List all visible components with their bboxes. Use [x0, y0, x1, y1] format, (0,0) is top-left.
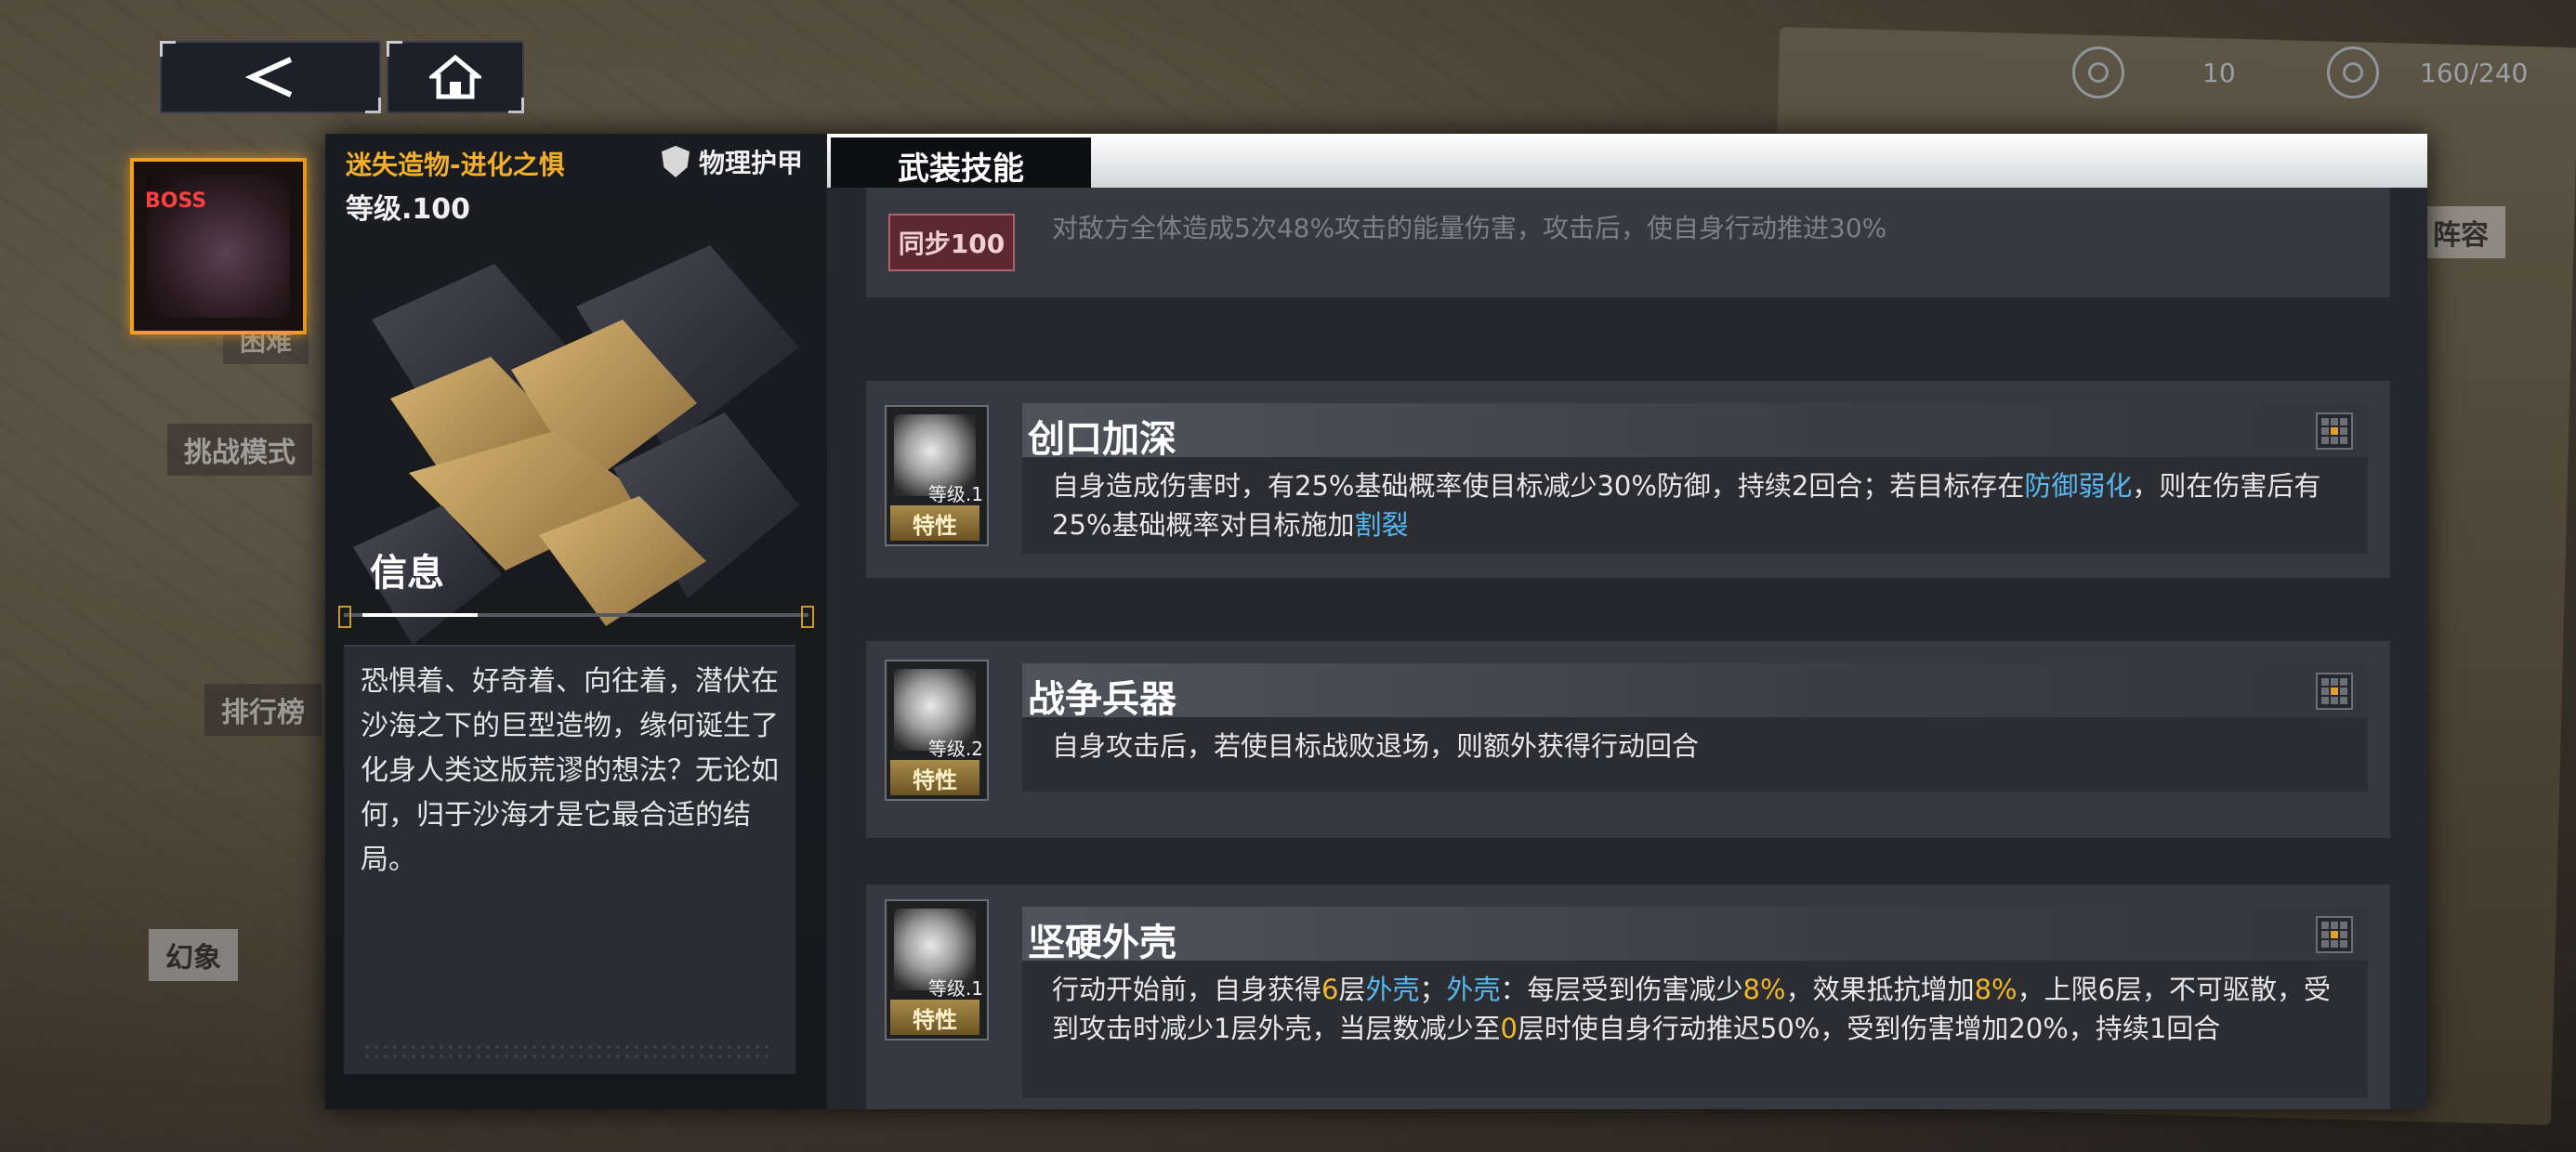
decor-dots: [362, 1042, 771, 1063]
home-button[interactable]: [387, 41, 524, 113]
tab-bar: 武装技能: [827, 134, 2427, 197]
sync-badge: 同步100: [888, 214, 1015, 271]
boss-level: 等级.100: [346, 193, 471, 226]
points-value: 160/240: [2420, 57, 2529, 88]
lineup-label[interactable]: 阵容: [2416, 206, 2505, 258]
skill-title-bar: 坚硬外壳: [1022, 907, 2368, 964]
skill-icon-war-weapon[interactable]: 等级.2 特性: [885, 660, 989, 801]
skill-title-bar: 创口加深: [1022, 403, 2368, 461]
info-scroll-indicator: [338, 606, 814, 628]
skill-card: 等级.1 特性 创口加深 自身造成伤害时，有25%基础概率使目标减少30%防御，…: [866, 381, 2390, 578]
skill-card: 等级.1 特性 坚硬外壳 行动开始前，自身获得6层外壳；外壳：每层受到伤害减少8…: [866, 884, 2390, 1109]
boss-tag: BOSS: [145, 190, 207, 213]
skill-name: 创口加深: [1028, 418, 1176, 461]
skill-desc-box: 自身造成伤害时，有25%基础概率使目标减少30%防御，持续2回合；若目标存在防御…: [1022, 457, 2368, 554]
skill-list[interactable]: 同步100 对敌方全体造成5次48%攻击的能量伤害，攻击后，使自身行动推进30%…: [827, 188, 2427, 1109]
info-heading: 信息: [370, 552, 444, 595]
skill-tag: 特性: [890, 505, 979, 541]
camera-icon: [2072, 46, 2124, 98]
challenge-mode-label[interactable]: 挑战模式: [167, 424, 312, 476]
boss-name: 迷失造物-进化之惧: [346, 150, 565, 180]
back-button[interactable]: [160, 41, 381, 113]
grid-icon[interactable]: [2316, 412, 2353, 450]
skill-tag: 特性: [890, 1000, 979, 1035]
skill-level: 等级.2: [927, 738, 983, 760]
boss-detail-panel: 迷失造物-进化之惧 等级.100 物理护甲 信息 恐惧着、好奇着、向往着，潜伏在…: [325, 134, 2427, 1109]
gear-coin-icon: [2327, 46, 2379, 98]
skill-card: 等级.2 特性 战争兵器 自身攻击后，若使目标战败退场，则额外获得行动回合: [866, 641, 2390, 838]
illusion-label[interactable]: 幻象: [149, 929, 238, 981]
home-icon: [429, 54, 481, 99]
skill-desc: 行动开始前，自身获得6层外壳；外壳：每层受到伤害减少8%，效果抵抗增加8%，上限…: [1052, 974, 2332, 1044]
skill-desc-box: 自身攻击后，若使目标战败退场，则额外获得行动回合: [1022, 717, 2368, 792]
keyword-link[interactable]: 外壳: [1365, 974, 1419, 1005]
boss-info-column: 迷失造物-进化之惧 等级.100 物理护甲 信息 恐惧着、好奇着、向往着，潜伏在…: [325, 134, 827, 1109]
back-chevron-icon: [244, 57, 293, 98]
grid-icon[interactable]: [2316, 916, 2353, 953]
info-box[interactable]: 恐惧着、好奇着、向往着，潜伏在沙海之下的巨型造物，缘何诞生了化身人类这版荒谬的想…: [344, 645, 795, 1074]
keyword-link[interactable]: 割裂: [1354, 509, 1408, 541]
skill-level: 等级.1: [927, 977, 983, 1000]
skill-name: 战争兵器: [1028, 678, 1176, 721]
stamina-value: 10: [2202, 57, 2236, 88]
skill-desc: 自身攻击后，若使目标战败退场，则额外获得行动回合: [1052, 730, 1700, 762]
points-resource: 160/240: [2327, 46, 2528, 98]
skill-desc-box: 行动开始前，自身获得6层外壳；外壳：每层受到伤害减少8%，效果抵抗增加8%，上限…: [1022, 961, 2368, 1098]
stamina-resource: 10: [2072, 46, 2236, 98]
keyword-link[interactable]: 防御弱化: [2024, 470, 2132, 502]
armor-type-label: 物理护甲: [699, 148, 804, 178]
keyword-link[interactable]: 外壳: [1447, 974, 1501, 1005]
boss-portrait: [335, 227, 827, 691]
ranking-label[interactable]: 排行榜: [204, 684, 322, 736]
skill-desc-faded: 对敌方全体造成5次48%攻击的能量伤害，攻击后，使自身行动推进30%: [1052, 213, 1887, 243]
grid-icon[interactable]: [2316, 673, 2353, 710]
skill-name: 坚硬外壳: [1028, 922, 1176, 964]
skill-tag: 特性: [890, 760, 979, 795]
skill-icon-hard-shell[interactable]: 等级.1 特性: [885, 899, 989, 1041]
skill-desc: 自身造成伤害时，有25%基础概率使目标减少30%防御，持续2回合；若目标存在防御…: [1052, 470, 2321, 541]
info-text: 恐惧着、好奇着、向往着，潜伏在沙海之下的巨型造物，缘何诞生了化身人类这版荒谬的想…: [361, 665, 779, 876]
skill-icon-wound[interactable]: 等级.1 特性: [885, 405, 989, 546]
skill-level: 等级.1: [927, 483, 983, 505]
skill-title-bar: 战争兵器: [1022, 663, 2368, 721]
shield-icon: [662, 146, 690, 177]
skill-card-sync: 同步100 对敌方全体造成5次48%攻击的能量伤害，攻击后，使自身行动推进30%: [866, 188, 2390, 297]
boss-avatar[interactable]: BOSS: [130, 158, 307, 334]
armor-type: 物理护甲: [662, 143, 803, 180]
